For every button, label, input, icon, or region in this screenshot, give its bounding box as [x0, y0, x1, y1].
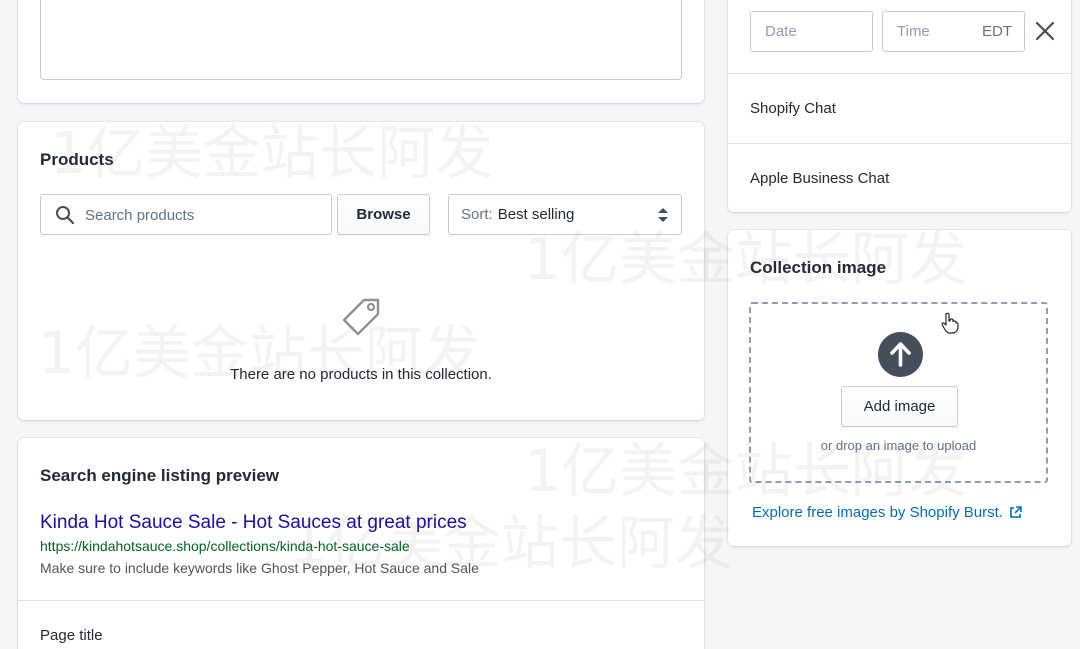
divider [728, 73, 1071, 74]
time-field[interactable] [883, 12, 979, 51]
shopify-burst-link[interactable]: Explore free images by Shopify Burst. [752, 504, 1022, 521]
seo-preview-card: Search engine listing preview Kinda Hot … [18, 438, 704, 649]
channel-item-apple-business-chat[interactable]: Apple Business Chat [750, 170, 889, 187]
collection-image-title: Collection image [750, 258, 887, 277]
seo-url: https://kindahotsauce.shop/collections/k… [40, 538, 410, 554]
search-icon [56, 206, 75, 225]
description-card [18, 0, 704, 103]
shopify-burst-link-text: Explore free images by Shopify Burst. [752, 504, 1003, 521]
product-search-box[interactable] [40, 194, 332, 235]
seo-description: Make sure to include keywords like Ghost… [40, 560, 479, 576]
tag-icon [342, 298, 380, 336]
time-field-wrapper[interactable]: EDT [882, 11, 1025, 52]
sort-arrows-icon [658, 208, 668, 222]
description-editor[interactable] [40, 0, 682, 80]
empty-products-text: There are no products in this collection… [230, 366, 492, 383]
sort-prefix: Sort: [461, 206, 493, 223]
page-title-label: Page title [40, 627, 103, 644]
browse-button[interactable]: Browse [337, 194, 430, 235]
close-icon[interactable] [1034, 20, 1056, 42]
seo-divider [18, 600, 704, 601]
products-card: Products Browse Sort: Best selling There… [18, 122, 704, 420]
external-link-icon [1010, 506, 1022, 518]
availability-card: EDT Shopify Chat Apple Business Chat [728, 0, 1071, 212]
collection-image-card: Collection image Add image or drop an im… [728, 230, 1071, 546]
image-dropzone[interactable]: Add image or drop an image to upload [749, 302, 1048, 483]
seo-link-title: Kinda Hot Sauce Sale - Hot Sauces at gre… [40, 512, 467, 533]
date-field[interactable] [750, 11, 873, 52]
products-title: Products [40, 150, 114, 169]
search-input[interactable] [85, 201, 325, 229]
divider [728, 143, 1071, 144]
add-image-button[interactable]: Add image [841, 386, 958, 427]
upload-icon [878, 332, 923, 377]
timezone-label: EDT [982, 23, 1012, 40]
sort-select[interactable]: Sort: Best selling [448, 194, 682, 235]
channel-item-shopify-chat[interactable]: Shopify Chat [750, 100, 836, 117]
sort-value: Best selling [497, 206, 575, 223]
seo-title: Search engine listing preview [40, 466, 280, 485]
hand-cursor-icon [941, 312, 959, 334]
drop-hint-text: or drop an image to upload [820, 438, 977, 453]
